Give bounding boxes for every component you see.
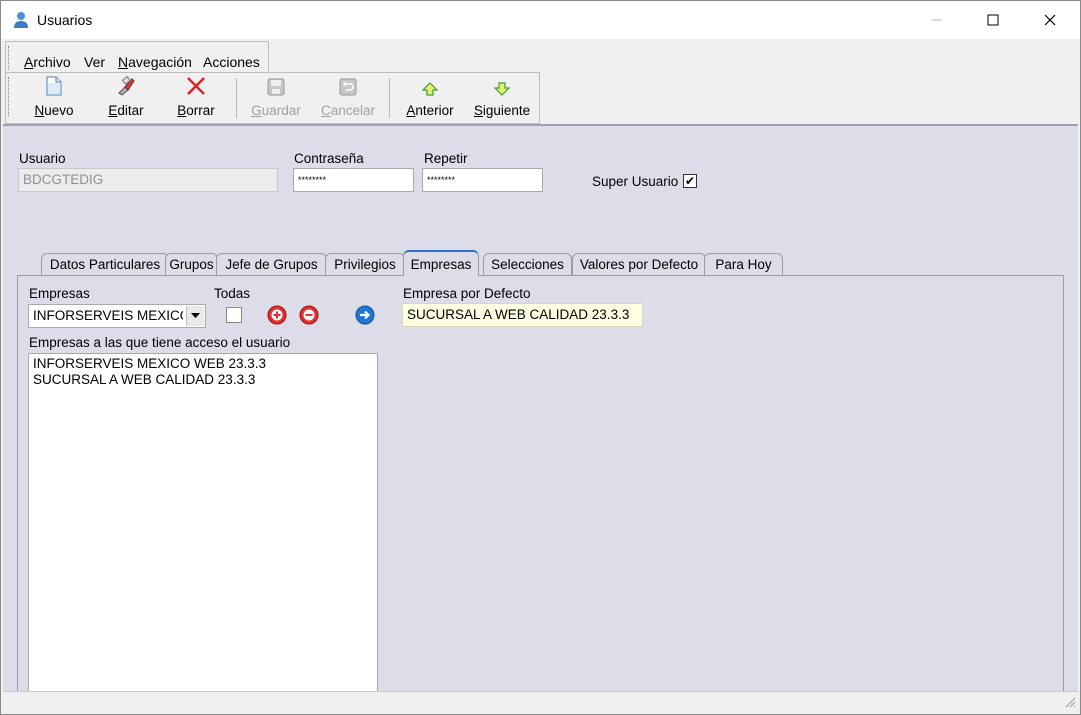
- menu-ver[interactable]: Ver: [84, 54, 105, 70]
- menu-archivo-accel: A: [24, 54, 34, 70]
- menu-navegacion[interactable]: Navegación: [118, 54, 192, 70]
- usuarios-window: Usuarios Archivo Ver Navegación Acciones: [0, 0, 1081, 715]
- guardar-button[interactable]: Guardar: [246, 77, 306, 119]
- cancel-undo-icon: [339, 78, 357, 99]
- minimize-button[interactable]: [909, 1, 965, 39]
- toolbar-grip: [8, 77, 12, 117]
- super-usuario-checkbox[interactable]: ✔: [683, 174, 697, 188]
- tab-grupos[interactable]: Grupos: [165, 253, 218, 275]
- close-button[interactable]: [1022, 1, 1078, 39]
- usuario-label: Usuario: [19, 151, 66, 166]
- edit-brush-icon: [116, 75, 136, 99]
- guardar-accel: G: [251, 103, 262, 118]
- borrar-button[interactable]: Borrar: [166, 77, 226, 119]
- delete-x-icon: [186, 76, 206, 99]
- client-area: Archivo Ver Navegación Acciones Nuevo Ed…: [1, 39, 1080, 714]
- empresa-defecto-field[interactable]: SUCURSAL A WEB CALIDAD 23.3.3: [402, 303, 643, 327]
- siguiente-accel: S: [473, 103, 483, 118]
- contrasena-field[interactable]: ********: [293, 168, 414, 192]
- user-icon: [13, 11, 29, 29]
- menu-navegacion-rest: avegación: [128, 54, 192, 70]
- borrar-label: orrar: [186, 103, 215, 118]
- list-item[interactable]: INFORSERVEIS MEXICO WEB 23.3.3: [33, 356, 373, 372]
- nuevo-button[interactable]: Nuevo: [24, 76, 84, 119]
- empresas-acceso-list[interactable]: INFORSERVEIS MEXICO WEB 23.3.3 SUCURSAL …: [28, 353, 378, 704]
- empresa-defecto-label: Empresa por Defecto: [403, 286, 531, 301]
- arrow-down-icon: [493, 82, 511, 99]
- repetir-label: Repetir: [424, 151, 468, 166]
- resize-grip-icon[interactable]: [1064, 696, 1076, 711]
- add-empresa-button[interactable]: [267, 305, 287, 325]
- anterior-button[interactable]: Anterior: [399, 77, 461, 119]
- editar-button[interactable]: Editar: [96, 75, 156, 119]
- tab-privilegios[interactable]: Privilegios: [325, 253, 405, 275]
- list-item[interactable]: SUCURSAL A WEB CALIDAD 23.3.3: [33, 372, 373, 388]
- menu-archivo[interactable]: Archivo: [24, 54, 71, 70]
- chevron-down-icon[interactable]: [186, 306, 204, 326]
- save-disk-icon: [267, 78, 285, 99]
- usuario-field[interactable]: BDCGTEDIG: [18, 168, 278, 192]
- guardar-label: uardar: [261, 103, 301, 118]
- maximize-button[interactable]: [965, 1, 1021, 39]
- tab-selecciones[interactable]: Selecciones: [483, 253, 572, 275]
- borrar-accel: B: [177, 103, 187, 118]
- empresas-combobox[interactable]: INFORSERVEIS MEXICO WEB 23.3.3: [28, 304, 206, 328]
- status-bar: [3, 691, 1078, 713]
- empresas-label: Empresas: [29, 286, 90, 301]
- menu-grip: [8, 46, 12, 70]
- window-title: Usuarios: [37, 12, 93, 28]
- tab-empresas[interactable]: Empresas: [403, 250, 479, 276]
- tab-jefe-de-grupos[interactable]: Jefe de Grupos: [216, 253, 327, 275]
- tab-valores-por-defecto[interactable]: Valores por Defecto: [572, 253, 706, 275]
- form-panel: Usuario BDCGTEDIG Contraseña ******** Re…: [3, 124, 1078, 713]
- toolbar-separator-2: [389, 78, 390, 118]
- title-bar[interactable]: Usuarios: [1, 1, 1080, 39]
- repetir-field[interactable]: ********: [422, 168, 543, 192]
- nuevo-label: uevo: [44, 103, 74, 118]
- todas-checkbox[interactable]: [226, 307, 242, 323]
- siguiente-label: iguiente: [482, 103, 531, 118]
- arrow-right-circle-icon: [355, 305, 375, 325]
- nuevo-accel: N: [34, 103, 45, 118]
- anterior-label: nterior: [415, 103, 454, 118]
- empresas-tab-page: Empresas INFORSERVEIS MEXICO WEB 23.3.3 …: [17, 275, 1064, 713]
- contrasena-label: Contraseña: [294, 151, 364, 166]
- menu-archivo-rest: rchivo: [33, 54, 71, 70]
- acceso-label: Empresas a las que tiene acceso el usuar…: [29, 335, 291, 350]
- remove-empresa-button[interactable]: [299, 305, 319, 325]
- empresas-combobox-value: INFORSERVEIS MEXICO WEB 23.3.3: [33, 308, 183, 323]
- add-circle-icon: [267, 305, 287, 325]
- cancelar-accel: C: [320, 103, 331, 118]
- todas-label: Todas: [214, 286, 251, 301]
- super-usuario-label: Super Usuario: [592, 174, 679, 189]
- set-default-empresa-button[interactable]: [355, 305, 375, 325]
- menu-navegacion-accel: N: [118, 54, 129, 70]
- menu-acciones[interactable]: Acciones: [203, 54, 260, 70]
- tab-para-hoy[interactable]: Para Hoy: [704, 253, 783, 275]
- toolbar-separator: [236, 78, 237, 118]
- editar-label: ditar: [117, 103, 144, 118]
- remove-circle-icon: [299, 305, 319, 325]
- cancelar-label: ancelar: [330, 103, 376, 118]
- menu-bar: Archivo Ver Navegación Acciones: [5, 41, 269, 73]
- arrow-up-icon: [421, 82, 439, 99]
- toolbar: Nuevo Editar Borrar Guardar Cancelar Ant…: [5, 72, 540, 124]
- new-document-icon: [45, 76, 63, 99]
- tab-datos-particulares[interactable]: Datos Particulares: [41, 253, 169, 275]
- cancelar-button[interactable]: Cancelar: [316, 77, 380, 119]
- siguiente-button[interactable]: Siguiente: [469, 77, 535, 119]
